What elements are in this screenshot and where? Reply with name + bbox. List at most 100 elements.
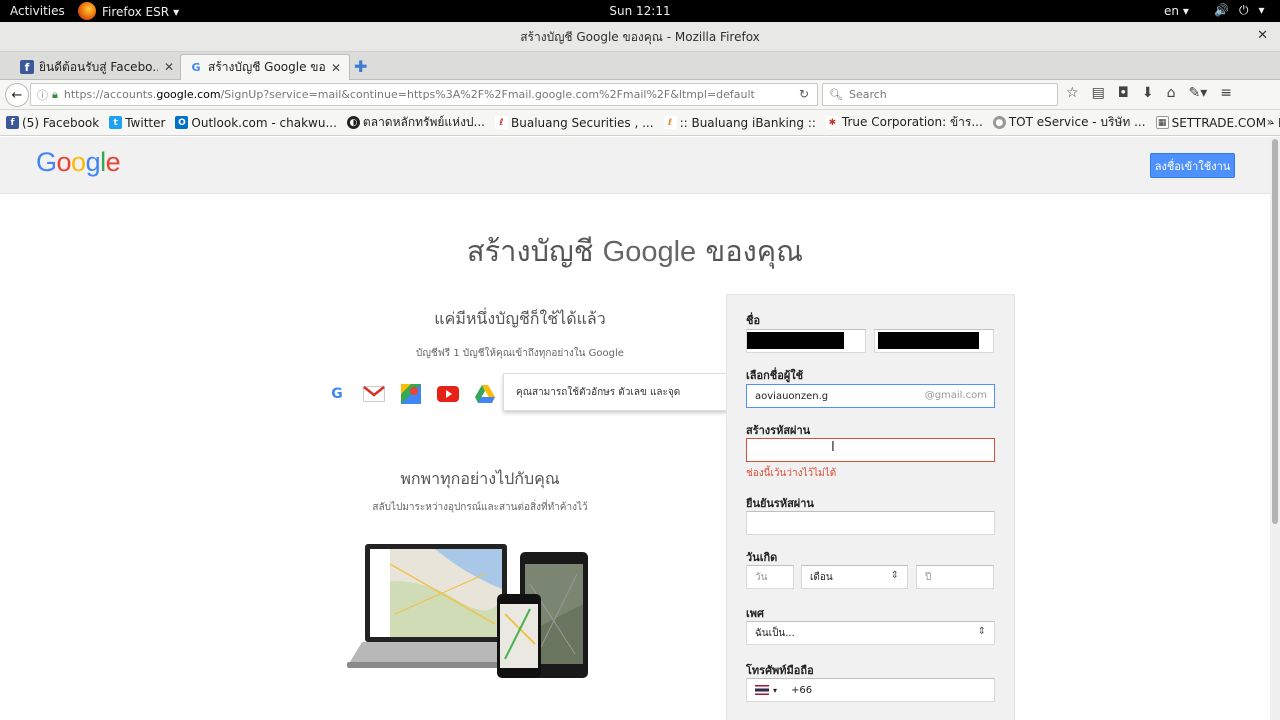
menu-icon[interactable]: ≡	[1220, 85, 1232, 101]
system-top-bar: Activities Firefox ESR ▾ Sun 12:11 en ▾ …	[0, 0, 1280, 22]
lock-icon: 🔒︎	[52, 87, 58, 101]
search-bar[interactable]: 🔍︎ Search	[822, 83, 1058, 106]
power-icon: ⏻	[1238, 3, 1249, 17]
bookmark-twitter[interactable]: t Twitter	[109, 116, 165, 130]
scrollbar-thumb[interactable]	[1272, 139, 1278, 524]
google-apps-row: G	[326, 383, 496, 405]
drive-icon	[474, 383, 496, 405]
close-icon[interactable]: ✕	[164, 60, 174, 74]
facebook-icon: f	[6, 116, 19, 129]
url-bar[interactable]: ⓘ 🔒︎ https://accounts. google.com/SignUp?…	[30, 83, 818, 106]
true-icon: ✱	[825, 116, 839, 129]
reload-icon[interactable]: ↻	[799, 87, 809, 101]
updown-caret-icon: ⇕	[977, 626, 986, 637]
confirm-password-field[interactable]	[746, 511, 995, 535]
youtube-icon	[437, 383, 459, 405]
bookmark-facebook[interactable]: f (5) Facebook	[6, 116, 99, 130]
devices-illustration	[347, 544, 588, 678]
app-menu-label: Firefox ESR	[102, 5, 170, 19]
outlook-icon: O	[175, 116, 189, 129]
bookmark-true[interactable]: ✱ True Corporation: ข้าร...	[825, 113, 983, 132]
activities-button[interactable]: Activities	[10, 4, 65, 18]
system-menu[interactable]: 🔊 ⏻ ▾	[1214, 3, 1264, 18]
navigation-toolbar: ← ⓘ 🔒︎ https://accounts. google.com/SignU…	[0, 80, 1280, 110]
section-subtitle: บัญชีฟรี 1 บัญชีให้คุณเข้าถึงทุกอย่างใน …	[416, 348, 624, 359]
language-indicator[interactable]: en ▾	[1164, 4, 1189, 18]
bookmark-label: TOT eService - บริษัท ...	[1008, 115, 1146, 129]
bookmark-set[interactable]: ◐ ตลาดหลักทรัพย์แห่งป...	[346, 113, 485, 132]
username-label: เลือกชื่อผู้ใช้	[746, 369, 804, 382]
star-icon[interactable]: ☆	[1066, 85, 1079, 101]
download-icon[interactable]: ⬇	[1142, 85, 1154, 101]
reading-list-icon[interactable]: ▤	[1092, 85, 1105, 101]
google-search-icon: G	[331, 386, 343, 402]
maps-icon	[400, 383, 422, 405]
page-scrollbar[interactable]	[1270, 137, 1280, 720]
chevron-right-icon[interactable]: »	[1267, 115, 1274, 129]
birth-day-field[interactable]: วัน	[746, 565, 794, 589]
gender-value: ฉันเป็น...	[755, 627, 795, 639]
close-icon[interactable]: ✕	[331, 61, 341, 75]
set-icon: ◐	[346, 116, 360, 129]
close-icon[interactable]: ✕	[1257, 28, 1268, 43]
birth-month-select[interactable]: เดือน ⇕	[801, 565, 908, 589]
confirm-password-label: ยืนยันรหัสผ่าน	[746, 497, 814, 510]
signin-button[interactable]: ลงชื่อเข้าใช้งาน	[1150, 153, 1235, 178]
info-icon: ⓘ	[37, 88, 48, 102]
app-menu[interactable]: Firefox ESR ▾	[78, 2, 180, 20]
facebook-icon: f	[20, 60, 34, 74]
bookmark-outlook[interactable]: O Outlook.com - chakwu...	[175, 116, 337, 130]
google-logo[interactable]: Google	[36, 147, 121, 178]
thailand-flag-icon[interactable]	[755, 685, 769, 695]
ibanking-icon: ℓ	[663, 116, 677, 129]
section-subtitle: สลับไปมาระหว่างอุปกรณ์และสานต่อสิ่งที่ทำ…	[372, 502, 588, 513]
updown-caret-icon: ⇕	[890, 570, 899, 581]
bookmark-label: (5) Facebook	[22, 115, 100, 130]
language-label: en	[1164, 4, 1179, 18]
password-field[interactable]	[746, 438, 995, 462]
tab-google-signup[interactable]: G สร้างบัญชี Google ขอ... ✕	[180, 54, 350, 80]
gender-select[interactable]: ฉันเป็น... ⇕	[746, 621, 995, 645]
url-path: /SignUp?service=mail&continue=https%3A%2…	[220, 88, 755, 101]
chevron-down-icon: ▾	[173, 5, 180, 19]
pocket-icon[interactable]: ◘	[1118, 85, 1129, 101]
password-label: สร้างรหัสผ่าน	[746, 424, 811, 437]
clock[interactable]: Sun 12:11	[0, 4, 1280, 18]
bookmark-settrade[interactable]: ▦SETTRADE.COM - Lea...	[1155, 116, 1280, 130]
window-title: สร้างบัญชี Google ของคุณ - Mozilla Firef…	[520, 30, 760, 44]
extension-icon[interactable]: ✎▾	[1189, 85, 1208, 101]
window-titlebar: สร้างบัญชี Google ของคุณ - Mozilla Firef…	[0, 22, 1280, 52]
url-prefix: https://accounts.	[63, 88, 157, 101]
bookmark-bualuang[interactable]: ℓ Bualuang Securities , ...	[495, 116, 654, 130]
bookmark-label: Bualuang Securities , ...	[511, 115, 654, 130]
username-field[interactable]: aoviauonzen.g @gmail.com	[746, 384, 995, 408]
birth-year-field[interactable]: ปี	[916, 565, 994, 589]
phone-field[interactable]: ▾ +66	[746, 678, 995, 702]
one-account-section: แค่มีหนึ่งบัญชีก็ใช้ได้แล้ว บัญชีฟรี 1 บ…	[330, 307, 710, 361]
back-button[interactable]: ←	[5, 83, 29, 107]
redacted-first-name	[747, 332, 844, 349]
redacted-last-name	[878, 332, 979, 349]
bookmark-tot[interactable]: ● TOT eService - บริษัท ...	[992, 113, 1146, 132]
phone-label: โทรศัพท์มือถือ	[746, 664, 814, 677]
web-page: Google ลงชื่อเข้าใช้งาน สร้างบัญชี Googl…	[0, 137, 1270, 720]
home-icon[interactable]: ⌂	[1167, 85, 1176, 101]
bualuang-icon: ℓ	[495, 116, 508, 129]
search-icon: 🔍︎	[829, 88, 843, 101]
volume-icon: 🔊	[1214, 3, 1229, 17]
bookmark-label: ตลาดหลักทรัพย์แห่งป...	[362, 115, 485, 129]
bookmark-label: :: Bualuang iBanking ::	[679, 115, 816, 130]
chevron-down-icon[interactable]: ▾	[773, 686, 777, 695]
tab-facebook[interactable]: f ยินดีต้อนรับสู่ Facebo... ✕	[12, 54, 182, 80]
url-host: google.com	[156, 88, 221, 101]
title-part: สร้างบัญชี	[466, 234, 603, 268]
new-tab-icon[interactable]: ✚	[354, 57, 367, 76]
settrade-icon: ▦	[1155, 116, 1169, 129]
tab-label: สร้างบัญชี Google ขอ...	[208, 60, 325, 74]
section-heading: แค่มีหนึ่งบัญชีก็ใช้ได้แล้ว	[434, 309, 606, 328]
title-part: ของคุณ	[696, 234, 804, 268]
month-value: เดือน	[810, 571, 833, 583]
google-header: Google ลงชื่อเข้าใช้งาน	[0, 137, 1270, 194]
bookmark-ibanking[interactable]: ℓ:: Bualuang iBanking ::	[663, 115, 816, 130]
bookmark-label: True Corporation: ข้าร...	[841, 115, 983, 129]
